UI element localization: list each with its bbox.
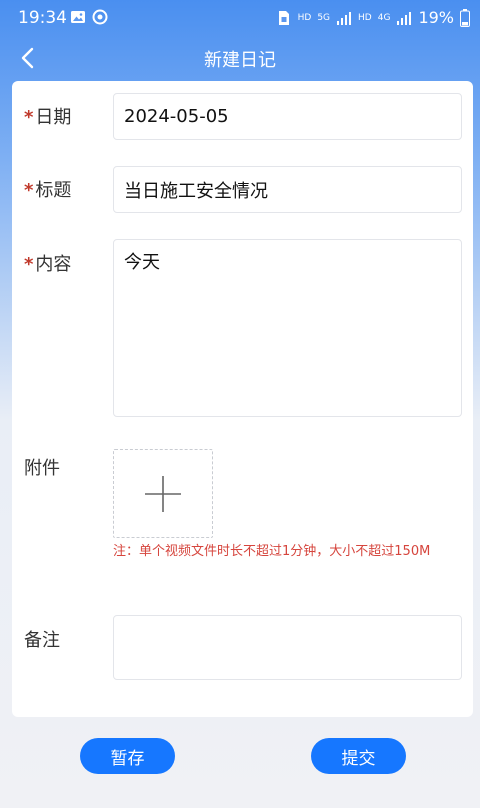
date-value: 2024-05-05 (124, 106, 229, 127)
attachment-label: 附件 (24, 458, 60, 479)
battery-percent: 19% (418, 8, 454, 27)
plus-icon (145, 475, 181, 512)
signal-icon (337, 11, 352, 25)
remark-input[interactable] (113, 615, 462, 680)
recording-icon (92, 9, 108, 25)
status-time: 19:34 (18, 8, 67, 28)
gallery-icon (71, 11, 85, 23)
required-mark: * (24, 254, 34, 275)
title-label-row: * 标题 (24, 176, 71, 202)
network-5g-label: 5G (317, 12, 331, 23)
content-textarea[interactable]: 今天 (113, 239, 462, 417)
battery-icon (460, 8, 470, 27)
title-input[interactable]: 当日施工安全情况 (113, 166, 462, 213)
required-mark: * (24, 107, 34, 128)
date-label: 日期 (35, 107, 72, 128)
date-label-row: * 日期 (24, 103, 71, 129)
remark-label: 备注 (24, 630, 60, 651)
content-value: 今天 (124, 252, 160, 273)
date-field[interactable]: 2024-05-05 (113, 93, 462, 140)
add-attachment-button[interactable] (113, 449, 213, 538)
network-hd2-label: HD (358, 12, 372, 23)
network-hd-label: HD (297, 12, 312, 23)
sim-card-icon (278, 10, 289, 25)
page-title: 新建日记 (204, 50, 276, 71)
signal-icon (397, 11, 412, 25)
save-draft-button[interactable]: 暂存 (80, 738, 175, 774)
title-value: 当日施工安全情况 (124, 180, 268, 202)
nav-bar: 新建日记 (0, 36, 480, 80)
content-label: 内容 (35, 254, 72, 275)
diary-form: * 日期 2024-05-05 * 标题 当日施工安全情况 * 内容 今天 附件 注：… (12, 81, 473, 717)
submit-button[interactable]: 提交 (311, 738, 406, 774)
status-bar: 19:34 HD 5G HD 4G 19% (0, 0, 480, 36)
title-label: 标题 (35, 180, 72, 201)
content-label-row: * 内容 (24, 250, 71, 276)
required-mark: * (24, 180, 34, 201)
network-4g-label: 4G (377, 12, 391, 23)
attachment-note: 注：单个视频文件时长不超过1分钟，大小不超过150M (113, 544, 431, 559)
